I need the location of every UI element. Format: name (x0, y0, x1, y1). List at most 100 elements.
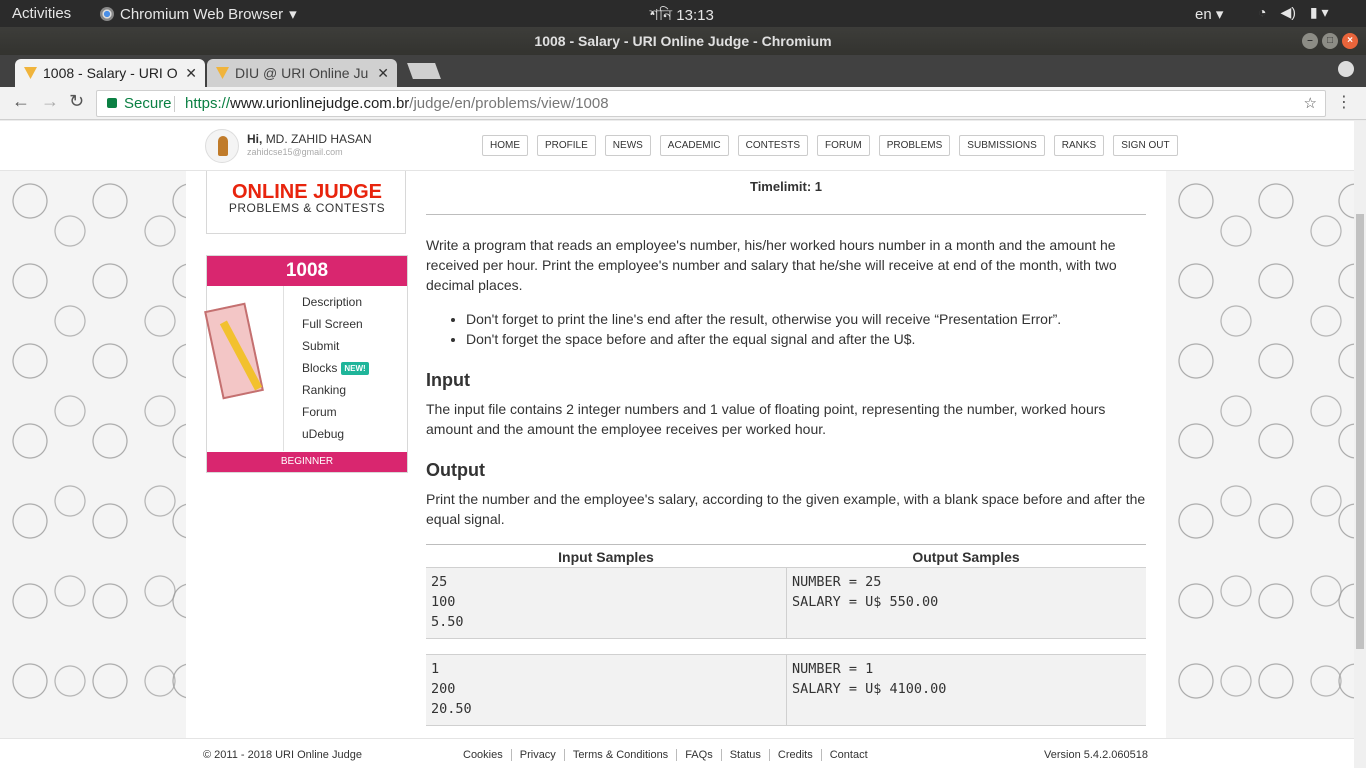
bookmark-star-icon[interactable]: ☆ (1304, 91, 1317, 116)
minimize-icon[interactable]: – (1302, 33, 1318, 49)
main-nav: HOME PROFILE NEWS ACADEMIC CONTESTS FORU… (482, 135, 1178, 156)
footer-link-status[interactable]: Status (720, 749, 769, 761)
sample-line: 25 (431, 574, 448, 590)
browser-toolbar: ← → ↻ Secure https://www.urionlinejudge.… (0, 87, 1366, 120)
background-pattern (0, 171, 186, 741)
divider (174, 96, 175, 112)
output-samples-header: Output Samples (912, 549, 1020, 565)
sample-line: NUMBER = 1 (792, 661, 874, 677)
profile-icon[interactable] (1338, 61, 1354, 77)
chromium-icon (100, 7, 114, 21)
divider (786, 568, 787, 638)
menu-description[interactable]: Description (302, 294, 369, 316)
address-bar[interactable]: Secure https://www.urionlinejudge.com.br… (96, 90, 1326, 117)
user-email: zahidcse15@gmail.com (247, 147, 343, 157)
reload-icon[interactable]: ↻ (69, 91, 84, 112)
tab-salary[interactable]: 1008 - Salary - URI O ✕ (15, 59, 205, 87)
menu-submit[interactable]: Submit (302, 338, 369, 360)
background-pattern (1166, 171, 1354, 741)
menu-ranking[interactable]: Ranking (302, 382, 369, 404)
language-label: en (1195, 6, 1212, 23)
sample-output: NUMBER = 25 SALARY = U$ 550.00 (792, 572, 938, 612)
close-tab-icon[interactable]: ✕ (377, 59, 389, 87)
footer-link-credits[interactable]: Credits (768, 749, 821, 761)
wifi-icon: ◔ (1258, 4, 1267, 20)
site-footer: © 2011 - 2018 URI Online Judge Cookies P… (0, 738, 1354, 768)
footer-link-terms[interactable]: Terms & Conditions (563, 749, 676, 761)
greeting-label: Hi, (247, 132, 263, 146)
chevron-down-icon: ▾ (289, 6, 297, 23)
system-tray[interactable]: ◔ ◀) ▮ ▾ (1258, 4, 1329, 21)
sample-row: 25 100 5.50 NUMBER = 25 SALARY = U$ 550.… (426, 567, 1146, 639)
new-badge: NEW! (341, 362, 369, 375)
site-logo[interactable]: ONLINE JUDGE PROBLEMS & CONTESTS (206, 171, 406, 234)
lock-icon (107, 98, 117, 108)
clipboard-icon (204, 296, 279, 406)
user-name: MD. ZAHID HASAN (265, 132, 372, 146)
clock[interactable]: শনি 13:13 (650, 4, 714, 29)
close-tab-icon[interactable]: ✕ (185, 59, 197, 87)
nav-problems[interactable]: PROBLEMS (878, 135, 951, 156)
footer-link-contact[interactable]: Contact (820, 749, 876, 761)
back-icon[interactable]: ← (12, 91, 30, 112)
sample-input: 25 100 5.50 (431, 572, 464, 632)
page-scrollbar[interactable] (1354, 121, 1366, 768)
window-title-bar: 1008 - Salary - URI Online Judge - Chrom… (0, 27, 1366, 55)
samples-header: Input Samples Output Samples (426, 544, 1146, 568)
nav-ranks[interactable]: RANKS (1053, 135, 1105, 156)
nav-home[interactable]: HOME (482, 135, 528, 156)
scrollbar-thumb[interactable] (1356, 214, 1364, 649)
menu-blocks[interactable]: Blocks NEW! (302, 360, 369, 382)
sample-line: SALARY = U$ 550.00 (792, 594, 939, 610)
window-title: 1008 - Salary - URI Online Judge - Chrom… (534, 33, 832, 49)
sample-line: NUMBER = 25 (792, 574, 882, 590)
web-page: Hi, MD. ZAHID HASAN zahidcse15@gmail.com… (0, 121, 1354, 768)
note-item: Don't forget the space before and after … (466, 329, 1146, 349)
forward-icon[interactable]: → (41, 91, 59, 112)
url-scheme: https:// (185, 95, 231, 112)
maximize-icon[interactable]: □ (1322, 33, 1338, 49)
site-header: Hi, MD. ZAHID HASAN zahidcse15@gmail.com… (0, 121, 1354, 171)
sample-line: 5.50 (431, 614, 464, 630)
sample-line: 20.50 (431, 701, 472, 717)
footer-link-faqs[interactable]: FAQs (676, 749, 721, 761)
nav-sign-out[interactable]: SIGN OUT (1113, 135, 1178, 156)
nav-submissions[interactable]: SUBMISSIONS (959, 135, 1045, 156)
close-window-icon[interactable]: × (1342, 33, 1358, 49)
footer-link-privacy[interactable]: Privacy (510, 749, 564, 761)
system-top-bar: Activities Chromium Web Browser ▾ শনি 13… (0, 0, 1366, 27)
new-tab-button[interactable] (407, 63, 441, 79)
nav-news[interactable]: NEWS (604, 135, 651, 156)
tab-label: 1008 - Salary - URI O (43, 65, 178, 81)
app-name: Chromium Web Browser (120, 5, 284, 23)
avatar[interactable] (205, 129, 239, 163)
divider (426, 214, 1146, 215)
problem-card: 1008 Description Full Screen Submit Bloc… (204, 255, 408, 473)
nav-profile[interactable]: PROFILE (537, 135, 596, 156)
problem-description: Write a program that reads an employee's… (426, 237, 1117, 293)
language-indicator[interactable]: en ▾ (1195, 5, 1223, 23)
menu-forum[interactable]: Forum (302, 404, 369, 426)
tab-label: DIU @ URI Online Ju (235, 65, 369, 81)
sample-line: 200 (431, 681, 456, 697)
footer-link-cookies[interactable]: Cookies (463, 749, 511, 761)
problem-menu: Description Full Screen Submit Blocks NEW… (302, 294, 369, 448)
more-menu-icon[interactable]: ⋮ (1336, 92, 1352, 112)
menu-full-screen[interactable]: Full Screen (302, 316, 369, 338)
uri-favicon-icon (24, 67, 37, 79)
battery-icon: ▮ ▾ (1309, 4, 1329, 20)
url-path: /judge/en/problems/view/1008 (409, 95, 609, 112)
nav-forum[interactable]: FORUM (817, 135, 870, 156)
nav-academic[interactable]: ACADEMIC (659, 135, 729, 156)
problem-number: 1008 (207, 256, 407, 286)
url-host: www.urionlinejudge.com.br (230, 95, 410, 112)
tab-diu[interactable]: DIU @ URI Online Ju ✕ (207, 59, 397, 87)
activities-button[interactable]: Activities (12, 5, 71, 22)
time-limit: Timelimit: 1 (749, 179, 822, 194)
menu-udebug[interactable]: uDebug (302, 426, 369, 448)
nav-contests[interactable]: CONTESTS (737, 135, 809, 156)
logo-subtitle: PROBLEMS & CONTESTS (228, 201, 386, 215)
app-menu[interactable]: Chromium Web Browser ▾ (100, 5, 297, 23)
sample-row: 1 200 20.50 NUMBER = 1 SALARY = U$ 4100.… (426, 654, 1146, 726)
difficulty-level: BEGINNER (207, 452, 407, 472)
